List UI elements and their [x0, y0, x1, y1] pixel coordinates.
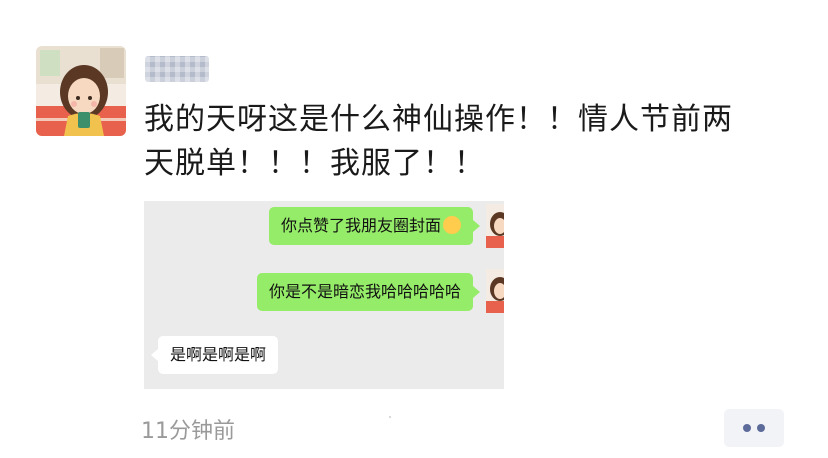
chat-message-text: 你是不是暗恋我哈哈哈哈哈: [268, 282, 461, 301]
avatar[interactable]: [36, 46, 126, 136]
chat-bubble-sent: 你是不是暗恋我哈哈哈哈哈: [256, 273, 473, 311]
chat-message-text: 是啊是啊是啊: [170, 345, 267, 364]
smiling-face-emoji-icon: [443, 215, 461, 234]
chat-screenshot-image[interactable]: 你点赞了我朋友圈封面 你是不是暗恋我哈哈哈哈哈 是啊是啊是啊: [144, 201, 504, 389]
sender-avatar: [486, 204, 504, 248]
username[interactable]: 用户: [145, 56, 209, 82]
post-text-line-1: 我的天呀这是什么神仙操作！！情人节前两: [144, 102, 733, 137]
divider-dot: [389, 416, 391, 418]
sender-avatar: [486, 269, 504, 313]
dot-icon: [743, 424, 751, 432]
bubble-tail: [473, 220, 480, 232]
post-text: 我的天呀这是什么神仙操作！！情人节前两 天脱单！！！我服了！！: [144, 98, 794, 186]
dot-icon: [757, 424, 765, 432]
bubble-tail: [473, 286, 480, 298]
post-text-line-2: 天脱单！！！我服了！！: [144, 146, 485, 181]
avatar-illustration: [36, 46, 126, 136]
chat-bubble-received: 是啊是啊是啊: [158, 336, 279, 374]
chat-message-text: 你点赞了我朋友圈封面: [280, 216, 441, 235]
chat-bubble-sent: 你点赞了我朋友圈封面: [268, 207, 473, 245]
more-actions-button[interactable]: [724, 409, 784, 447]
bubble-tail: [151, 349, 158, 361]
post-timestamp: 11分钟前: [141, 419, 235, 444]
